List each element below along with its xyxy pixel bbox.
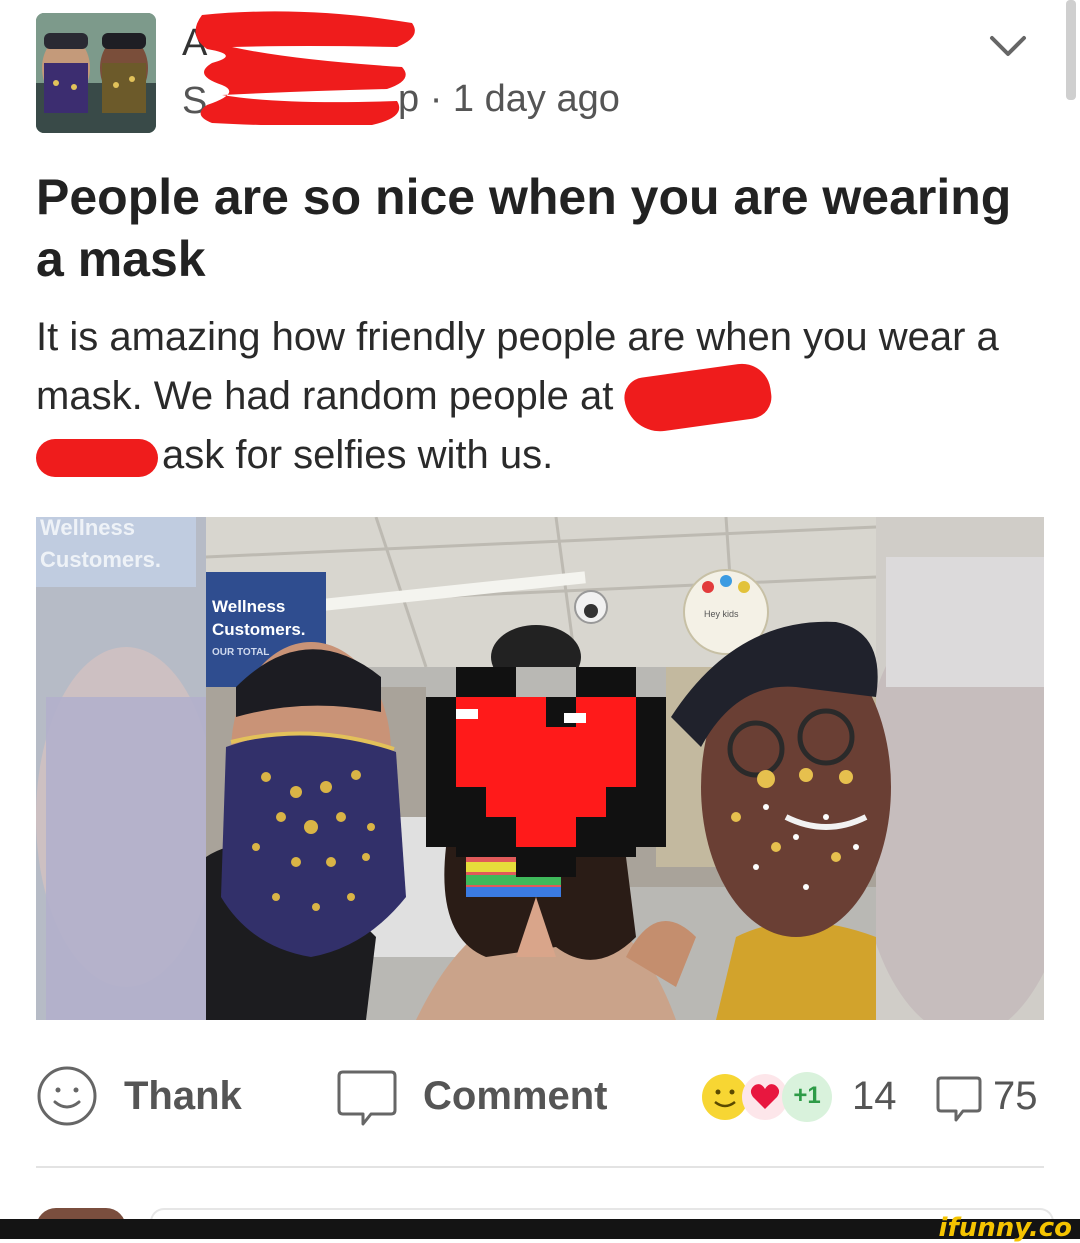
post-meta: p · 1 day ago: [398, 78, 620, 121]
comment-label: Comment: [423, 1074, 608, 1118]
sign-text-2: Customers.: [212, 620, 306, 639]
thank-label: Thank: [124, 1074, 242, 1118]
smiley-icon: [37, 1066, 97, 1126]
blur-sign-text-2: Customers.: [40, 547, 161, 572]
plus-one-reaction: +1: [782, 1072, 832, 1122]
meta-separator: ·: [429, 78, 453, 120]
post-title: People are so nice when you are wearing …: [36, 169, 1012, 287]
comment-button[interactable]: Comment: [335, 1060, 625, 1140]
watermark-bar: ifunny.co: [0, 1213, 1080, 1243]
divider: [36, 1166, 1044, 1168]
store-redaction-2: [36, 438, 158, 477]
ceiling-sign-text: Hey kids: [704, 609, 739, 619]
heart-censor: [426, 667, 666, 877]
post-body-part2: ask for selfies with us.: [162, 433, 554, 478]
subline-suffix: p: [398, 78, 420, 120]
profile-photo: [36, 13, 156, 133]
sign-text-1: Wellness: [212, 597, 285, 616]
chevron-down-icon[interactable]: [986, 28, 1030, 64]
speech-bubble-icon: [337, 1070, 397, 1126]
reaction-count: 14: [852, 1074, 897, 1118]
thank-button[interactable]: Thank: [36, 1060, 266, 1140]
sign-text-3: OUR TOTAL: [212, 647, 269, 658]
post-photo[interactable]: Wellness Customers. Wellness Customers. …: [36, 517, 1044, 1020]
comment-count: 75: [993, 1074, 1038, 1118]
profile-avatar[interactable]: [36, 13, 156, 133]
name-redaction: [195, 11, 415, 125]
post-time[interactable]: 1 day ago: [453, 78, 620, 120]
scrollbar[interactable]: [1066, 0, 1076, 100]
post-body: It is amazing how friendly people are wh…: [36, 308, 1046, 485]
selfie-image: Wellness Customers. Wellness Customers. …: [36, 517, 1044, 1020]
comment-count-button[interactable]: 75: [935, 1068, 1050, 1132]
store-redaction: [621, 360, 774, 437]
action-bar: Thank Comment +1 14 75: [0, 1060, 1080, 1140]
post-body-part1: It is amazing how friendly people are wh…: [36, 315, 999, 418]
blur-sign-text: Wellness: [40, 517, 135, 540]
comment-count-icon: [936, 1076, 982, 1122]
reaction-summary[interactable]: +1 14: [700, 1068, 910, 1132]
plus-one-label: +1: [793, 1082, 821, 1109]
center-photo: Wellness Customers. OUR TOTAL Hey kids: [205, 517, 891, 1020]
